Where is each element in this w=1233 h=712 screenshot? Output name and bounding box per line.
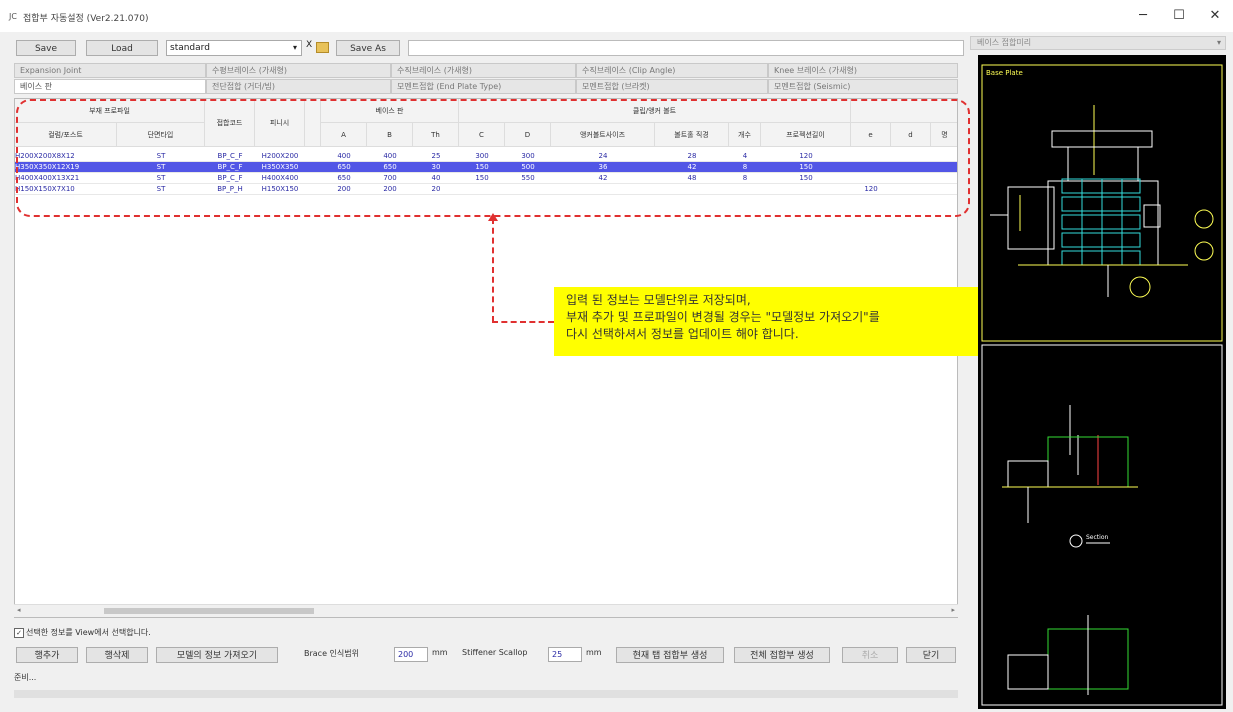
preview-panel-title: 베이스 접합미리	[977, 38, 1032, 47]
brace-range-label: Brace 인식범위	[304, 649, 359, 658]
delete-row-button[interactable]: 행삭제	[86, 647, 148, 663]
add-row-button[interactable]: 행추가	[16, 647, 78, 663]
scroll-left-icon[interactable]: ◂	[17, 606, 21, 614]
stiffener-scallop-input[interactable]: 25	[548, 647, 582, 662]
action-bar: 행추가 행삭제 모델의 정보 가져오기 Brace 인식범위 200 mm St…	[14, 645, 964, 665]
connection-tabs: Expansion Joint 수평브레이스 (가새형) 수직브레이스 (가새형…	[14, 63, 958, 96]
status-text: 준비...	[14, 673, 37, 682]
cancel-button[interactable]: 취소	[842, 647, 898, 663]
preview-panel-header: 베이스 접합미리 ▾	[970, 36, 1226, 50]
scroll-right-icon[interactable]: ▸	[951, 606, 955, 614]
create-all-button[interactable]: 전체 접합부 생성	[734, 647, 830, 663]
pin-icon[interactable]: ▾	[1217, 37, 1221, 49]
folder-icon[interactable]	[316, 42, 329, 53]
scroll-thumb[interactable]	[104, 608, 314, 614]
app-icon: JC	[9, 12, 17, 21]
stiffener-unit-label: mm	[586, 648, 602, 657]
check-icon[interactable]: ✓	[14, 627, 24, 638]
tab-knee-brace[interactable]: Knee 브레이스 (가새형)	[768, 63, 958, 78]
section-label: Section	[1086, 534, 1108, 541]
tab-moment-end-plate[interactable]: 모멘트접합 (End Plate Type)	[391, 79, 576, 94]
create-current-tab-button[interactable]: 현재 탭 접합부 생성	[616, 647, 724, 663]
drawing-title: Base Plate	[986, 69, 1023, 77]
select-in-view-label: 선택한 정보를 View에서 선택합니다.	[26, 628, 151, 637]
annotation-leader	[492, 218, 494, 322]
save-as-button[interactable]: Save As	[336, 40, 400, 56]
stiffener-scallop-label: Stiffener Scallop	[462, 648, 528, 657]
status-bar	[14, 690, 958, 698]
annotation-leader	[492, 321, 554, 323]
maximize-button[interactable]: ☐	[1164, 8, 1194, 26]
preset-dropdown[interactable]: standard ▾	[166, 40, 302, 56]
cad-preview[interactable]: Base Plate Section	[978, 55, 1226, 709]
tab-shear-connection[interactable]: 전단접합 (거더/빔)	[206, 79, 391, 94]
import-model-button[interactable]: 모델의 정보 가져오기	[156, 647, 278, 663]
load-button[interactable]: Load	[86, 40, 158, 56]
title-bar: JC 접합부 자동설정 (Ver2.21.070) ─ ☐ ✕	[0, 0, 1233, 32]
brace-unit-label: mm	[432, 648, 448, 657]
close-button[interactable]: ✕	[1200, 8, 1230, 26]
horizontal-scrollbar[interactable]: ◂ ▸	[14, 604, 958, 617]
save-button[interactable]: Save	[16, 40, 76, 56]
clear-icon[interactable]: X	[306, 40, 312, 50]
tab-vertical-brace-clip[interactable]: 수직브레이스 (Clip Angle)	[576, 63, 768, 78]
toolbar: Save Load standard ▾ X Save As	[14, 38, 964, 58]
base-plate-drawing: Base Plate Section	[981, 64, 1223, 706]
tab-expansion-joint[interactable]: Expansion Joint	[14, 63, 206, 78]
tab-horizontal-brace[interactable]: 수평브레이스 (가새형)	[206, 63, 391, 78]
close-dialog-button[interactable]: 닫기	[906, 647, 956, 663]
tab-moment-seismic[interactable]: 모멘트접합 (Seismic)	[768, 79, 958, 94]
path-field[interactable]	[408, 40, 964, 56]
minimize-button[interactable]: ─	[1128, 8, 1158, 26]
brace-range-input[interactable]: 200	[394, 647, 428, 662]
select-in-view-option[interactable]: ✓ 선택한 정보를 View에서 선택합니다.	[14, 627, 151, 641]
window-title: 접합부 자동설정 (Ver2.21.070)	[23, 14, 149, 24]
chevron-down-icon: ▾	[292, 43, 297, 52]
tab-base-plate[interactable]: 베이스 판	[14, 79, 206, 94]
annotation-frame	[16, 99, 970, 217]
preset-value: standard	[170, 43, 210, 53]
tab-vertical-brace[interactable]: 수직브레이스 (가새형)	[391, 63, 576, 78]
tab-moment-bracket[interactable]: 모멘트접합 (브라켓)	[576, 79, 768, 94]
